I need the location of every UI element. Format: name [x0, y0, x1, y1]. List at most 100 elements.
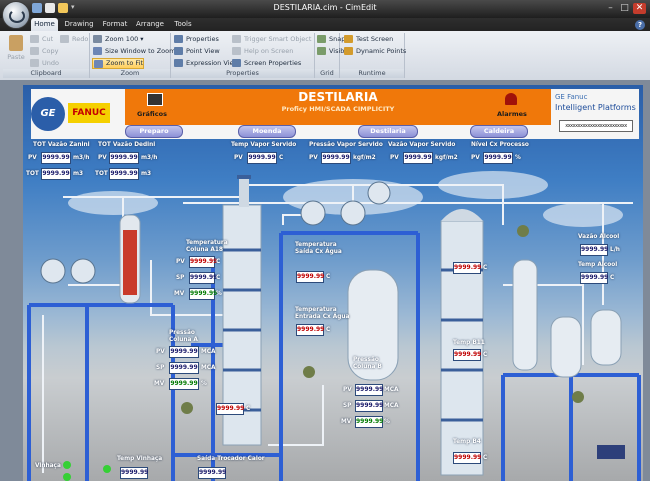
value-zanini-tot[interactable]: 9999.99 [41, 168, 71, 180]
value-temp-entrada[interactable]: 9999.99 [296, 324, 324, 336]
properties-group-label: Properties [171, 69, 314, 78]
label-tot-vazao-zanini: TOT Vazão Zanini [33, 142, 90, 148]
maximize-button[interactable]: □ [618, 3, 631, 14]
redo-button[interactable]: Redo [59, 34, 88, 44]
label-temp-vinhaca: Temp Vinhaça [117, 456, 163, 462]
label-pv: PV [28, 155, 37, 161]
value-temp-saida[interactable]: 9999.99 [296, 271, 324, 283]
cut-button[interactable]: Cut [29, 34, 53, 44]
graficos-link[interactable]: Gráficos [137, 110, 167, 118]
label-pv: PV [234, 155, 243, 161]
zoom-100-label: Zoom 100 [105, 35, 139, 43]
value-a18-pv[interactable]: 9999.99 [189, 256, 217, 268]
help-on-screen-button[interactable]: Help on Screen [231, 46, 293, 56]
unit-lh: L/h [610, 247, 620, 253]
value-temp-vinhaca[interactable]: 9999.99 [120, 467, 148, 479]
trigger-smart-object-button[interactable]: Trigger Smart Object [231, 34, 311, 44]
label-pv: PV [176, 259, 185, 265]
nav-destilaria-button[interactable]: Destilaria [358, 125, 418, 138]
properties-button[interactable]: Properties [173, 34, 219, 44]
label-pv: PV [156, 349, 165, 355]
tab-format[interactable]: Format [101, 18, 129, 31]
paste-label: Paste [7, 53, 25, 61]
zoom-to-fit-button[interactable]: Zoom to Fit [92, 58, 145, 69]
screen-properties-label: Screen Properties [244, 59, 302, 67]
label-temp-coluna-a18: Temperatura Coluna A18 [186, 240, 228, 253]
value-zanini-pv[interactable]: 9999.99 [41, 152, 71, 164]
nav-moenda-button[interactable]: Moenda [238, 125, 296, 138]
screen-canvas[interactable]: GE FANUC DESTILARIA Proficy HMI/SCADA CI… [23, 85, 643, 481]
tab-arrange[interactable]: Arrange [135, 18, 165, 31]
undo-button[interactable]: Undo [29, 58, 59, 68]
paste-button[interactable]: Paste [5, 35, 27, 61]
value-a18-sp[interactable]: 9999.99 [189, 272, 217, 284]
cut-label: Cut [42, 35, 54, 43]
nav-preparo-button[interactable]: Preparo [125, 125, 183, 138]
grid-group: Snap Visible Grid [315, 33, 350, 78]
unit-c: C [246, 406, 251, 412]
expression-view-button[interactable]: Expression View [173, 58, 239, 68]
value-temp-vapor[interactable]: 9999.99 [247, 152, 277, 164]
zoom-group: Zoom 100 ▾ Size Window to Zoom Zoom to F… [90, 33, 175, 78]
value-temp-base-a[interactable]: 9999.99 [216, 403, 244, 415]
unit-c: C [279, 155, 284, 161]
undo-icon [30, 59, 39, 67]
screen-title: DESTILARIA [298, 90, 378, 104]
value-temp-alcool[interactable]: 9999.99 [580, 272, 608, 284]
test-screen-label: Test Screen [356, 35, 394, 43]
value-dedini-tot[interactable]: 9999.99 [109, 168, 139, 180]
unit-kgf: kgf/m2 [353, 155, 376, 161]
copy-button[interactable]: Copy [29, 46, 59, 56]
value-a18-mv[interactable]: 9999.99 [189, 288, 217, 300]
tab-home[interactable]: Home [31, 18, 58, 31]
graficos-icon[interactable] [147, 93, 163, 106]
screen-properties-icon [232, 59, 241, 67]
label-sp: SP [156, 365, 165, 371]
expression-icon [174, 59, 183, 67]
properties-group: Properties Point View Expression View Tr… [171, 33, 315, 78]
dynamic-points-label: Dynamic Points [356, 47, 407, 55]
label-temp-entrada-cx-agua: Temperatura Entrada Cx Água [295, 307, 350, 320]
value-temp-b-top[interactable]: 9999.99 [453, 262, 481, 274]
alarm-bell-icon[interactable] [505, 93, 517, 105]
point-view-button[interactable]: Point View [173, 46, 220, 56]
value-temp-b4[interactable]: 9999.99 [453, 452, 481, 464]
runtime-group-label: Runtime [340, 69, 404, 78]
label-pressao-coluna-b: Pressão Coluna B [353, 357, 382, 370]
value-coluna-a-sp[interactable]: 9999.99 [169, 362, 199, 374]
value-vazao-vapor[interactable]: 9999.99 [403, 152, 433, 164]
label-pressao-coluna-a: Pressão Coluna A [169, 330, 198, 343]
value-vazao-alcool[interactable]: 9999.99 [580, 244, 608, 256]
value-temp-b11[interactable]: 9999.99 [453, 349, 481, 361]
size-window-to-zoom-button[interactable]: Size Window to Zoom [92, 46, 175, 56]
nav-caldeira-button[interactable]: Caldeira [470, 125, 528, 138]
dynamic-points-button[interactable]: Dynamic Points [343, 46, 406, 56]
label-temp-saida-cx-agua: Temperatura Saída Cx Água [295, 242, 342, 255]
unit-kgf: kgf/m2 [435, 155, 458, 161]
zoom-fit-icon [94, 60, 103, 68]
close-button[interactable]: ✕ [633, 3, 646, 14]
value-coluna-b-mv[interactable]: 9999.99 [355, 416, 383, 428]
label-mv: MV [341, 419, 352, 425]
help-icon[interactable]: ? [635, 20, 645, 30]
value-pressao-vapor[interactable]: 9999.99 [321, 152, 351, 164]
value-dedini-pv[interactable]: 9999.99 [109, 152, 139, 164]
test-screen-button[interactable]: Test Screen [343, 34, 393, 44]
alarmes-link[interactable]: Alarmes [497, 110, 527, 118]
label-tot: TOT [95, 171, 108, 177]
value-coluna-b-sp[interactable]: 9999.99 [355, 400, 383, 412]
screen-properties-button[interactable]: Screen Properties [231, 58, 301, 68]
tab-drawing[interactable]: Drawing [64, 18, 94, 31]
minimize-button[interactable]: – [604, 3, 617, 14]
value-coluna-a-mv[interactable]: 9999.99 [169, 378, 199, 390]
title-panel: DESTILARIA Proficy HMI/SCADA CIMPLICITY … [125, 89, 551, 125]
value-coluna-b-pv[interactable]: 9999.99 [355, 384, 383, 396]
left-tank [119, 214, 141, 304]
value-coluna-a-pv[interactable]: 9999.99 [169, 346, 199, 358]
tab-tools[interactable]: Tools [171, 18, 195, 31]
application-menu-button[interactable] [2, 1, 30, 29]
value-saida-trocador[interactable]: 9999.99 [198, 467, 226, 479]
value-nivel[interactable]: 9999.99 [483, 152, 513, 164]
zoom-100-dropdown[interactable]: Zoom 100 ▾ [92, 34, 144, 44]
snap-icon [317, 35, 326, 43]
